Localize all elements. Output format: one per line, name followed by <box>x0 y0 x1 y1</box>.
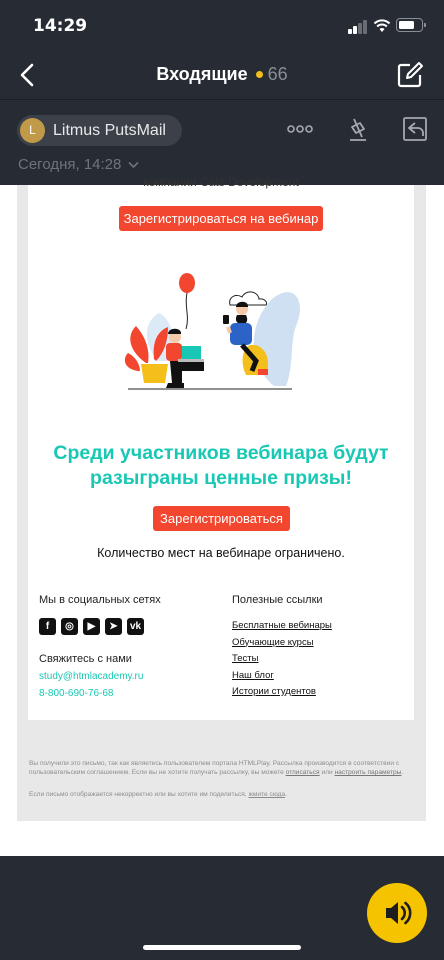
link-student-stories[interactable]: Истории студентов <box>232 684 332 701</box>
message-date: Сегодня, 14:28 <box>18 156 122 173</box>
telegram-icon[interactable]: ➤ <box>105 618 122 635</box>
date-line[interactable]: Сегодня, 14:28 <box>18 156 139 173</box>
status-bar: 14:29 <box>0 0 444 50</box>
headline-line-1: Среди участников вебинара будут <box>53 442 389 464</box>
unread-count: 66 <box>267 64 288 84</box>
social-icons: f ◎ ▶ ➤ vk <box>39 618 149 636</box>
message-header: L Litmus PutsMail Сегодня, 14:28 <box>0 101 444 185</box>
audio-button[interactable] <box>367 883 427 943</box>
unsubscribe-link[interactable]: отписаться <box>286 769 320 776</box>
contact-title: Свяжитесь с нами <box>39 653 132 665</box>
register-button[interactable]: Зарегистрироваться <box>153 506 290 531</box>
wifi-icon <box>373 19 391 32</box>
youtube-icon[interactable]: ▶ <box>83 618 100 635</box>
chevron-down-icon <box>127 161 139 169</box>
nav-bar: Входящие 66 <box>0 50 444 100</box>
vk-icon[interactable]: vk <box>127 618 144 635</box>
sender-name: Litmus PutsMail <box>53 122 166 139</box>
disclaimer-text: Вы получили это письмо, так как являетес… <box>29 759 419 777</box>
link-tests[interactable]: Тесты <box>232 651 332 668</box>
view-online-text: Если письмо отображается некорректно или… <box>29 791 419 798</box>
register-webinar-button[interactable]: Зарегистрироваться на вебинар <box>119 206 323 231</box>
webinar-illustration <box>124 273 300 390</box>
speaker-icon <box>386 901 412 925</box>
flag-icon[interactable] <box>344 115 372 143</box>
headline-line-2: разыграны ценные призы! <box>90 467 352 489</box>
battery-icon <box>396 18 426 32</box>
social-title: Мы в социальных сетях <box>39 594 161 606</box>
link-blog[interactable]: Наш блог <box>232 668 332 685</box>
settings-link[interactable]: настроить параметры <box>335 769 402 776</box>
limited-seats-text: Количество мест на вебинаре ограничено. <box>97 546 345 560</box>
cellular-signal-icon <box>348 20 368 34</box>
disclaimer-end: . <box>401 769 404 776</box>
status-time: 14:29 <box>33 16 88 36</box>
link-courses[interactable]: Обучающие курсы <box>232 635 332 652</box>
link-free-webinars[interactable]: Бесплатные вебинары <box>232 618 332 635</box>
useful-links: Бесплатные вебинары Обучающие курсы Тест… <box>232 618 332 701</box>
view-online-body: Если письмо отображается некорректно или… <box>29 791 249 798</box>
unread-dot <box>255 70 263 78</box>
email-content: компании Cats Development Зарегистрирова… <box>28 175 414 720</box>
avatar: L <box>20 118 45 143</box>
company-text-cut: компании Cats Development <box>143 175 299 189</box>
promo-headline: Среди участников вебинара будут разыгран… <box>28 441 414 491</box>
disclaimer-or: или <box>319 769 335 776</box>
home-indicator <box>143 945 301 950</box>
sender-chip[interactable]: L Litmus PutsMail <box>17 115 182 146</box>
view-online-link[interactable]: жмите сюда <box>248 791 285 798</box>
links-title: Полезные ссылки <box>232 594 323 606</box>
reply-icon[interactable] <box>401 115 429 143</box>
nav-title-group: Входящие 66 <box>0 64 444 85</box>
contact-email-link[interactable]: study@htmlacademy.ru <box>39 671 143 682</box>
facebook-icon[interactable]: f <box>39 618 56 635</box>
instagram-icon[interactable]: ◎ <box>61 618 78 635</box>
more-icon[interactable] <box>286 115 314 143</box>
nav-title: Входящие <box>156 64 248 84</box>
view-online-end: . <box>285 791 287 798</box>
compose-button[interactable] <box>396 61 424 89</box>
contact-phone-link[interactable]: 8-800-690-76-68 <box>39 688 114 699</box>
